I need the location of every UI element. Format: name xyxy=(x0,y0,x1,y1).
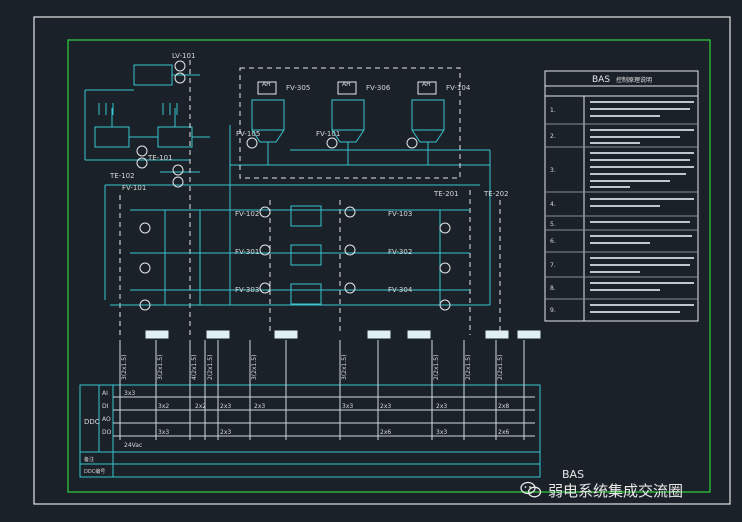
ddc-note: 24Vac xyxy=(124,442,142,449)
field-devices xyxy=(145,330,541,339)
ddc-drops xyxy=(119,340,525,440)
io-label: 2(2x1.5) xyxy=(433,355,440,380)
watermark: 弱电系统集成交流圈 xyxy=(520,477,738,503)
valve-label: FV-304 xyxy=(388,286,413,294)
ddc-cell: 2x3 xyxy=(220,429,231,436)
wechat-icon xyxy=(520,481,542,498)
labels: LV-101 TE-101 TE-102 FV-101 TE-201 TE-20… xyxy=(84,52,652,481)
ddc-cell: 2x6 xyxy=(380,429,391,436)
ddc-cell: 3x3 xyxy=(436,429,447,436)
label-lv101: LV-101 xyxy=(172,52,195,60)
ddc-title: DDC xyxy=(84,418,100,426)
ddc-cell: 3x3 xyxy=(158,429,169,436)
ahu-label: AH xyxy=(262,81,271,88)
label-te102: TE-102 xyxy=(109,172,135,180)
legend-row: 7. xyxy=(550,262,556,269)
valve-label: FV-302 xyxy=(388,248,412,256)
valve-label: FV-306 xyxy=(366,84,391,92)
bas-schematic: LV-101 TE-101 TE-102 FV-101 TE-201 TE-20… xyxy=(33,16,731,505)
loop-lines xyxy=(110,205,490,306)
io-label: 2(2x1.5) xyxy=(207,355,214,380)
watermark-text: 弱电系统集成交流圈 xyxy=(548,481,684,500)
ddc-cell: 3x3 xyxy=(124,390,135,397)
ddc-cell: 2x3 xyxy=(254,403,265,410)
valve-label: FV-305 xyxy=(286,84,310,92)
ddc-cell: 2x3 xyxy=(380,403,391,410)
legend-row: 2. xyxy=(550,133,556,140)
legend-title: BAS xyxy=(592,75,610,85)
valve-label: FV-105 xyxy=(236,130,260,138)
valve-label: FV-104 xyxy=(446,84,471,92)
ddc-row-label: DO xyxy=(102,429,112,436)
ddc-cell: 3x2 xyxy=(158,403,169,410)
ddc-cell: 2x6 xyxy=(498,429,509,436)
io-label: 2(2x1.5) xyxy=(465,355,472,380)
ddc-rows xyxy=(113,396,535,437)
legend-row: 8. xyxy=(550,285,556,292)
ddc-footer: 备注 xyxy=(84,456,94,463)
loop-valves xyxy=(139,206,451,311)
ahu-label: AH xyxy=(422,81,431,88)
valve-label: FV-103 xyxy=(388,210,412,218)
label-te202: TE-202 xyxy=(483,190,509,198)
legend-row: 1. xyxy=(550,107,556,114)
legend-row: 6. xyxy=(550,238,556,245)
valve-label: FV-301 xyxy=(235,248,259,256)
io-label: 3(2x1.5) xyxy=(251,355,258,380)
label-fv101: FV-101 xyxy=(122,184,146,192)
io-label: 2(2x1.5) xyxy=(497,355,504,380)
io-label: 3(2x1.5) xyxy=(121,355,128,380)
io-label: 3(2x1.5) xyxy=(157,355,164,380)
ddc-footer: DDC编号 xyxy=(84,468,105,475)
ddc-row-label: AO xyxy=(102,416,111,423)
ddc-cell: 2x8 xyxy=(498,403,509,410)
ahu-fans xyxy=(246,81,437,149)
io-label: 4(2x1.5) xyxy=(191,355,198,380)
ddc-cell: 2x3 xyxy=(436,403,447,410)
legend-row: 5. xyxy=(550,221,556,228)
legend-row: 4. xyxy=(550,201,556,208)
label-te201: TE-201 xyxy=(433,190,459,198)
ddc-table xyxy=(79,384,541,478)
legend-row: 3. xyxy=(550,167,556,174)
ahu-group xyxy=(229,99,491,305)
valve-label: FV-303 xyxy=(235,286,259,294)
ddc-row-label: AI xyxy=(102,390,108,397)
ahu-label: AH xyxy=(342,81,351,88)
io-label: 3(2x1.5) xyxy=(341,355,348,380)
pump-symbols xyxy=(136,60,186,188)
valve-label: FV-101 xyxy=(316,130,340,138)
label-te101: TE-101 xyxy=(147,154,173,162)
ddc-cell: 3x3 xyxy=(342,403,353,410)
ddc-cell: 2x2 xyxy=(195,403,206,410)
legend-row: 9. xyxy=(550,307,556,314)
ddc-row-label: DI xyxy=(102,403,109,410)
legend-subtitle: 控制原理说明 xyxy=(616,76,652,84)
ddc-cell: 2x3 xyxy=(220,403,231,410)
valve-label: FV-102 xyxy=(235,210,259,218)
legend-text-lines xyxy=(590,101,694,313)
